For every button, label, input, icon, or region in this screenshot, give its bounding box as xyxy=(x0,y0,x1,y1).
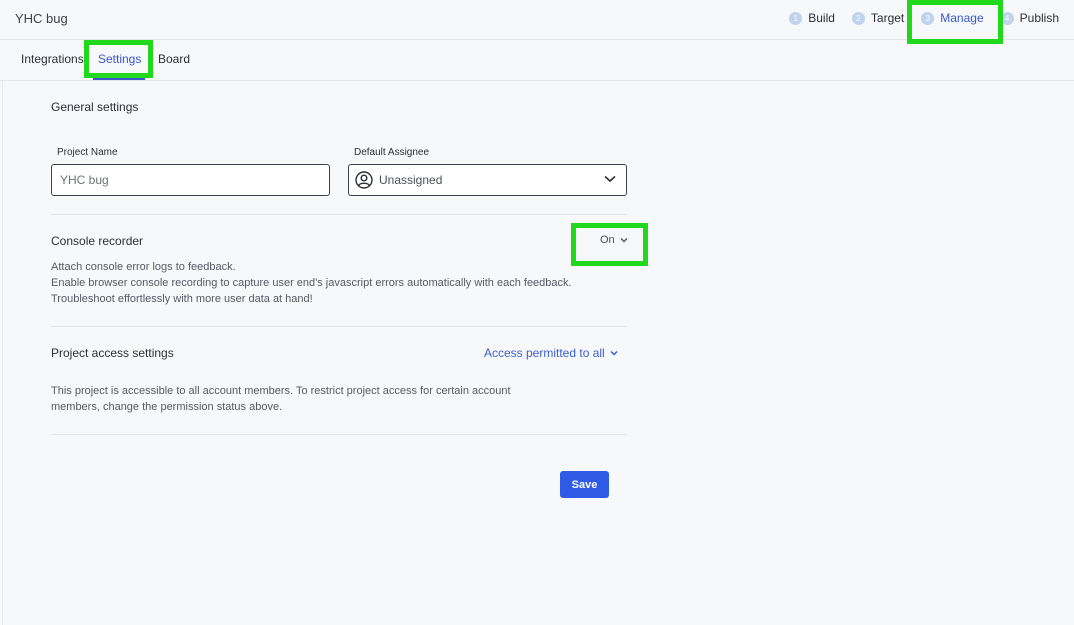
step-build[interactable]: 1 Build xyxy=(789,11,835,25)
divider xyxy=(51,214,627,215)
tab-integrations[interactable]: Integrations xyxy=(21,52,84,66)
console-desc-line-1: Attach console error logs to feedback. xyxy=(51,261,236,273)
chevron-down-icon xyxy=(620,238,628,243)
tab-board[interactable]: Board xyxy=(158,52,190,66)
default-assignee-label: Default Assignee xyxy=(354,147,430,158)
default-assignee-select[interactable]: Unassigned xyxy=(348,164,627,196)
step-target[interactable]: 2 Target xyxy=(851,11,905,25)
divider xyxy=(51,434,627,435)
step-publish[interactable]: 4 Publish xyxy=(1000,11,1059,25)
step-number-1: 1 xyxy=(789,11,803,25)
tab-settings[interactable]: Settings xyxy=(98,52,141,66)
step-label-build: Build xyxy=(808,11,835,25)
access-desc-line-1: This project is accessible to all accoun… xyxy=(51,385,511,397)
tab-bar: Integrations Settings Board xyxy=(0,40,1074,81)
default-assignee-value: Unassigned xyxy=(379,173,443,187)
project-access-description: This project is accessible to all accoun… xyxy=(51,383,511,415)
console-recorder-toggle-dropdown[interactable]: On xyxy=(600,234,628,246)
step-manage[interactable]: 3 Manage xyxy=(921,11,984,25)
step-label-manage: Manage xyxy=(940,11,984,25)
project-access-value: Access permitted to all xyxy=(484,346,605,360)
top-bar: YHC bug 1 Build 2 Target 3 Manage 4 Publ… xyxy=(0,0,1074,40)
console-desc-line-3: Troubleshoot effortlessly with more user… xyxy=(51,293,313,305)
chevron-down-icon xyxy=(610,350,618,356)
active-tab-indicator xyxy=(93,78,145,80)
project-access-dropdown[interactable]: Access permitted to all xyxy=(484,346,618,360)
chevron-down-icon xyxy=(604,175,616,183)
user-avatar-icon xyxy=(355,171,373,189)
step-label-publish: Publish xyxy=(1019,11,1059,25)
project-name-label: Project Name xyxy=(57,147,118,158)
save-button[interactable]: Save xyxy=(560,471,609,498)
step-navigation: 1 Build 2 Target 3 Manage 4 Publish xyxy=(772,11,1059,25)
divider xyxy=(51,326,627,327)
step-number-4: 4 xyxy=(1000,11,1014,25)
general-settings-heading: General settings xyxy=(51,100,139,114)
step-label-target: Target xyxy=(870,11,905,25)
project-name-input[interactable] xyxy=(51,164,330,196)
console-recorder-state: On xyxy=(600,234,615,246)
step-number-3: 3 xyxy=(921,11,935,25)
access-desc-line-2: members, change the permission status ab… xyxy=(51,401,283,413)
project-access-heading: Project access settings xyxy=(51,346,174,360)
project-title: YHC bug xyxy=(15,11,68,26)
console-recorder-description: Attach console error logs to feedback. E… xyxy=(51,259,572,307)
content-left-border xyxy=(2,81,3,625)
console-desc-line-2: Enable browser console recording to capt… xyxy=(51,277,572,289)
step-number-2: 2 xyxy=(851,11,865,25)
console-recorder-heading: Console recorder xyxy=(51,234,144,248)
